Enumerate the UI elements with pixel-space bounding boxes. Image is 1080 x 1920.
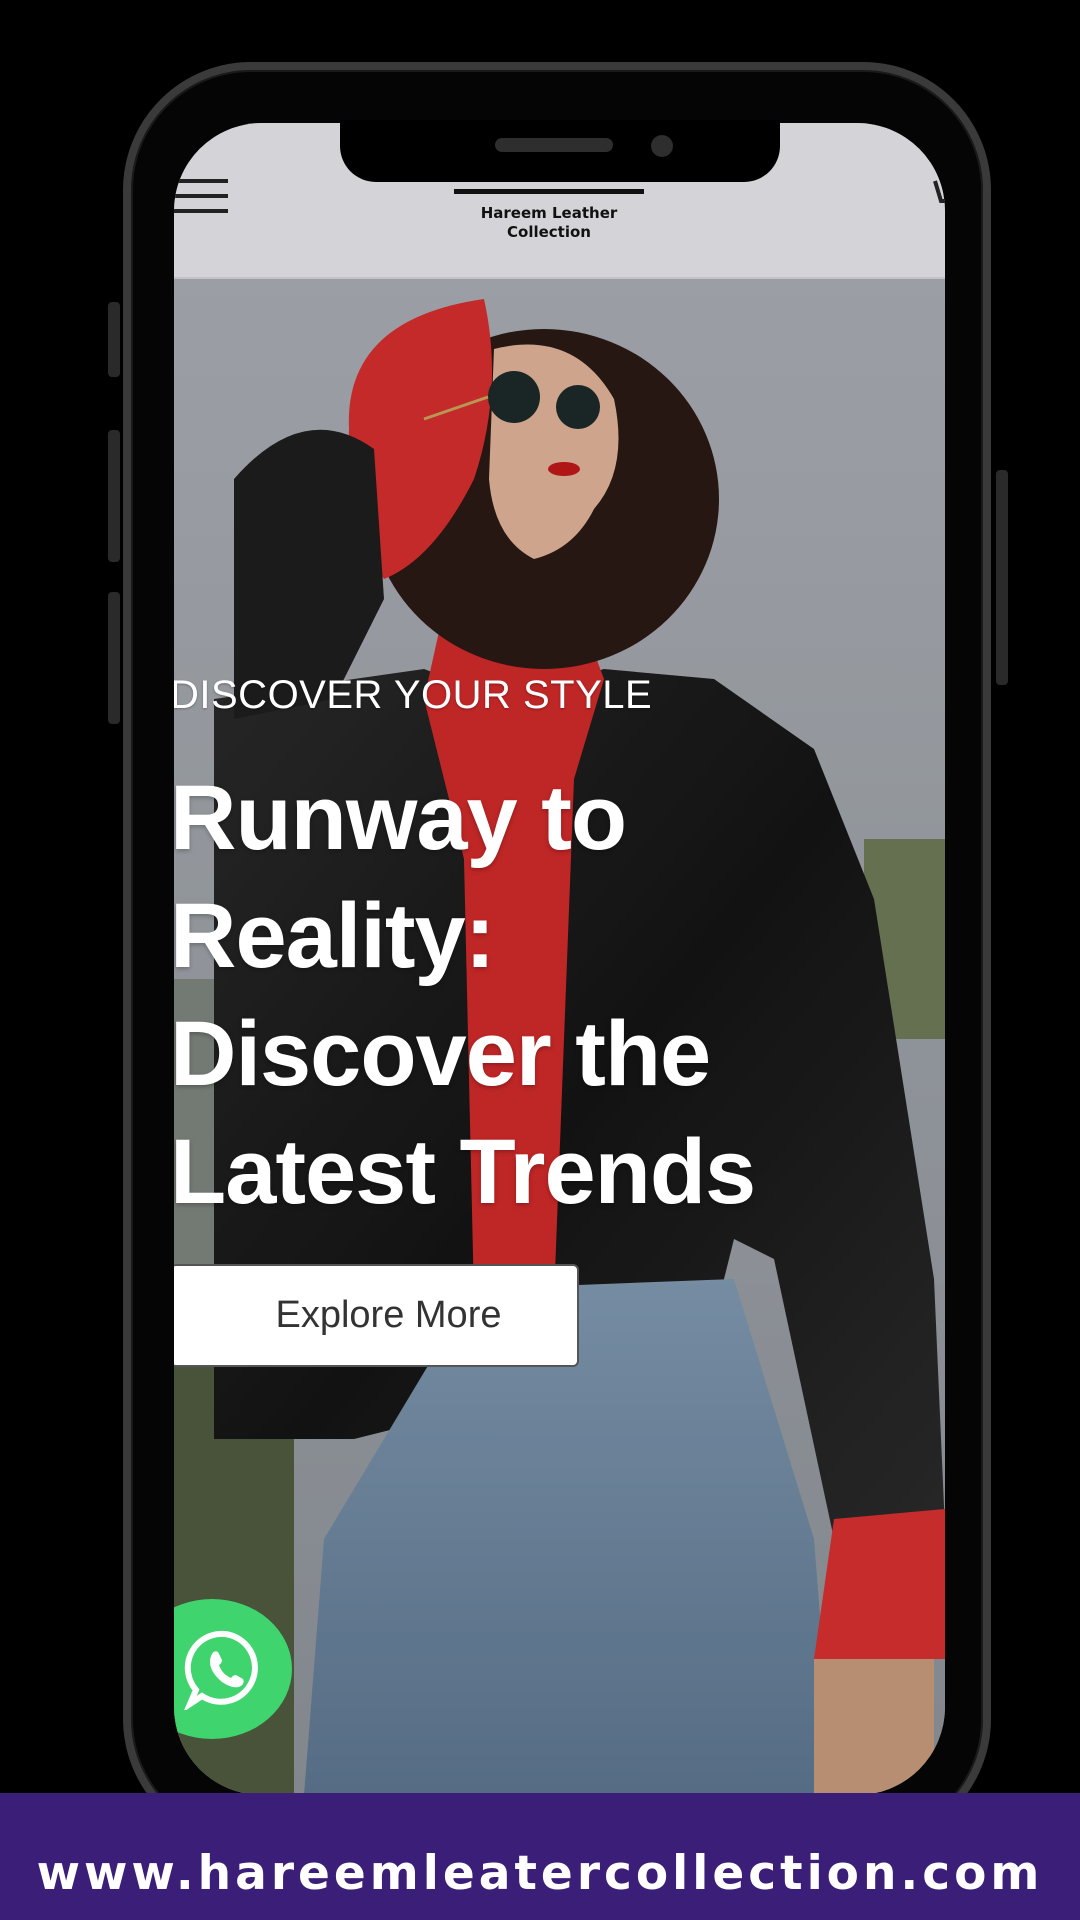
phone-silent-switch: [108, 302, 120, 377]
phone-volume-up-button: [108, 430, 120, 562]
mockup-stage: Hareem Leather Collection DISCOVER YOUR …: [0, 0, 1080, 1920]
logo-text-line2: Collection: [507, 223, 591, 241]
hero-title: Runway to Reality: Discover the Latest T…: [174, 759, 870, 1231]
hamburger-menu-icon[interactable]: [174, 179, 228, 219]
promo-footer-bar: www.hareemleatercollection.com: [0, 1793, 1080, 1920]
logo-text-line1: Hareem Leather: [480, 204, 618, 222]
phone-screen: Hareem Leather Collection DISCOVER YOUR …: [174, 123, 945, 1795]
website-url[interactable]: www.hareemleatercollection.com: [37, 1846, 1044, 1901]
hero-title-line: Runway to: [174, 767, 627, 869]
hero-title-line: Reality:: [174, 885, 495, 987]
phone-camera: [651, 135, 673, 157]
hero-title-line: Discover the: [174, 1003, 711, 1105]
hero-eyebrow: DISCOVER YOUR STYLE: [174, 673, 653, 717]
whatsapp-icon: [184, 1630, 258, 1710]
phone-volume-down-button: [108, 592, 120, 724]
cart-icon[interactable]: [933, 175, 945, 225]
phone-speaker: [495, 138, 613, 152]
phone-power-button: [996, 470, 1008, 685]
explore-more-button[interactable]: Explore More: [174, 1264, 579, 1367]
hero-title-line: Latest Trends: [174, 1121, 756, 1223]
hero-banner: DISCOVER YOUR STYLE Runway to Reality: D…: [174, 279, 945, 1795]
